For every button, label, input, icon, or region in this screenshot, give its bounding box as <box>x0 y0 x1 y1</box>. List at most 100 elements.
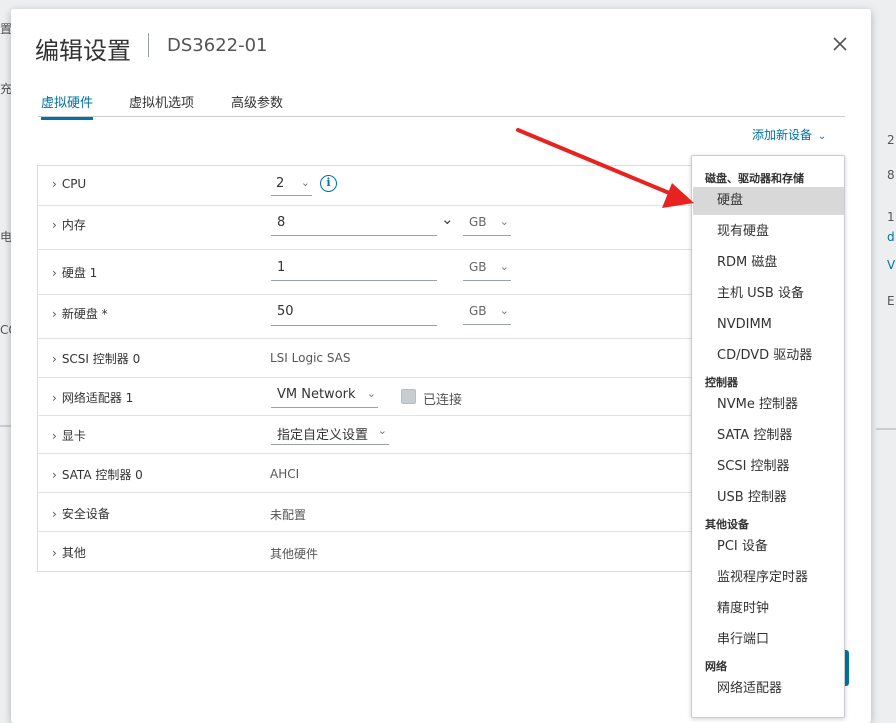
background-divider <box>0 425 11 427</box>
chevron-down-icon: ⌄ <box>499 304 509 317</box>
new-disk-label: 新硬盘 * <box>61 307 108 321</box>
expand-cpu[interactable]: › CPU <box>52 177 86 191</box>
menu-item-nvdimm[interactable]: NVDIMM <box>693 311 844 339</box>
disk1-size-input[interactable]: 1 <box>271 260 437 281</box>
scsi-label: SCSI 控制器 0 <box>61 352 141 366</box>
background-text: V <box>887 258 896 272</box>
tab-virtual-hardware[interactable]: 虚拟硬件 <box>41 92 94 120</box>
chevron-right-icon: › <box>52 266 57 280</box>
menu-item-host-usb[interactable]: 主机 USB 设备 <box>693 280 844 308</box>
video-label: 显卡 <box>61 429 86 443</box>
cpu-value: 2 <box>276 176 285 191</box>
menu-item-sata-controller[interactable]: SATA 控制器 <box>693 422 844 450</box>
expand-disk1[interactable]: › 硬盘 1 <box>52 264 97 281</box>
menu-header-controllers: 控制器 <box>705 376 738 389</box>
memory-value: 8 <box>277 215 286 230</box>
video-value: 指定自定义设置 <box>277 428 369 443</box>
expand-other[interactable]: › 其他 <box>52 544 86 561</box>
menu-item-network-adapter[interactable]: 网络适配器 <box>693 675 844 703</box>
disk1-value: 1 <box>277 260 286 275</box>
connected-label: 已连接 <box>423 393 463 408</box>
video-settings-select[interactable]: 指定自定义设置 ⌄ <box>271 424 389 445</box>
disk1-unit-select[interactable]: GB ⌄ <box>463 260 511 281</box>
background-text: 1 <box>887 210 895 224</box>
menu-item-rdm-disk[interactable]: RDM 磁盘 <box>693 249 844 277</box>
expand-scsi[interactable]: › SCSI 控制器 0 <box>52 350 140 367</box>
add-new-device-button[interactable]: 添加新设备 ⌄ <box>752 126 826 143</box>
background-text: 2 <box>887 133 895 147</box>
network-value: VM Network <box>277 387 356 402</box>
chevron-right-icon: › <box>52 429 57 443</box>
new-disk-unit-select[interactable]: GB ⌄ <box>463 304 511 325</box>
sata-label: SATA 控制器 0 <box>61 468 143 482</box>
chevron-down-icon: ⌄ <box>499 215 509 228</box>
network-select[interactable]: VM Network ⌄ <box>271 387 378 408</box>
chevron-down-icon: ⌄ <box>817 131 827 142</box>
chevron-down-icon[interactable]: ⌄ <box>441 210 454 228</box>
new-disk-value: 50 <box>277 304 294 319</box>
cpu-select[interactable]: 2 ⌄ <box>271 176 312 196</box>
chevron-right-icon: › <box>52 307 57 321</box>
hardware-row-scsi: › SCSI 控制器 0 LSI Logic SAS <box>38 339 716 378</box>
menu-item-hard-disk[interactable]: 硬盘 <box>693 187 844 215</box>
chevron-down-icon: ⌄ <box>366 387 376 400</box>
title-separator <box>148 33 149 57</box>
hardware-row-other: › 其他 其他硬件 <box>38 532 716 571</box>
security-value: 未配置 <box>270 508 307 522</box>
menu-item-cd-dvd[interactable]: CD/DVD 驱动器 <box>693 342 844 370</box>
menu-item-scsi-controller[interactable]: SCSI 控制器 <box>693 453 844 481</box>
chevron-right-icon: › <box>52 546 57 560</box>
new-disk-size-input[interactable]: 50 <box>271 304 437 326</box>
background-text: E <box>887 294 895 308</box>
expand-sata[interactable]: › SATA 控制器 0 <box>52 466 143 483</box>
hardware-row-memory: › 内存 8 ⌄ GB ⌄ <box>38 206 716 250</box>
menu-item-watchdog-timer[interactable]: 监视程序定时器 <box>693 564 844 592</box>
menu-item-usb-controller[interactable]: USB 控制器 <box>693 484 844 512</box>
chevron-right-icon: › <box>52 218 57 232</box>
new-disk-unit: GB <box>469 304 487 318</box>
expand-video-card[interactable]: › 显卡 <box>52 427 86 444</box>
hardware-row-new-disk: › 新硬盘 * 50 GB ⌄ <box>38 295 716 339</box>
info-icon[interactable]: i <box>320 175 337 192</box>
menu-header-storage: 磁盘、驱动器和存储 <box>705 172 804 185</box>
memory-input[interactable]: 8 <box>271 215 437 236</box>
expand-network-adapter[interactable]: › 网络适配器 1 <box>52 389 133 406</box>
background-text: 8 <box>887 168 895 182</box>
tab-advanced-params[interactable]: 高级参数 <box>231 92 283 117</box>
chevron-right-icon: › <box>52 507 57 521</box>
dialog-subtitle: DS3622-01 <box>167 35 268 56</box>
menu-item-pci-device[interactable]: PCI 设备 <box>693 533 844 561</box>
hardware-table: › CPU 2 ⌄ i › 内存 8 ⌄ GB ⌄ › 硬盘 1 1 GB ⌄ › 新硬盘 *… <box>37 165 717 572</box>
nic-label: 网络适配器 1 <box>61 391 134 405</box>
hardware-row-cpu: › CPU 2 ⌄ i <box>38 166 716 206</box>
disk1-unit: GB <box>469 260 487 274</box>
chevron-right-icon: › <box>52 391 57 405</box>
menu-item-existing-disk[interactable]: 现有硬盘 <box>693 218 844 246</box>
disk1-label: 硬盘 1 <box>61 266 98 280</box>
sata-value: AHCI <box>270 467 300 481</box>
other-value: 其他硬件 <box>270 547 319 561</box>
memory-label: 内存 <box>61 218 86 232</box>
background-divider <box>876 428 896 430</box>
memory-unit: GB <box>469 215 487 229</box>
menu-header-network: 网络 <box>705 660 727 673</box>
expand-new-disk[interactable]: › 新硬盘 * <box>52 305 108 322</box>
hardware-row-disk1: › 硬盘 1 1 GB ⌄ <box>38 250 716 295</box>
chevron-down-icon: ⌄ <box>377 424 387 437</box>
memory-unit-select[interactable]: GB ⌄ <box>463 215 511 236</box>
menu-item-serial-port[interactable]: 串行端口 <box>693 626 844 654</box>
menu-item-precision-clock[interactable]: 精度时钟 <box>693 595 844 623</box>
expand-memory[interactable]: › 内存 <box>52 216 86 233</box>
chevron-right-icon: › <box>52 468 57 482</box>
hardware-row-network-adapter: › 网络适配器 1 VM Network ⌄ 已连接 <box>38 378 716 416</box>
other-label: 其他 <box>61 546 86 560</box>
close-icon[interactable] <box>831 35 849 53</box>
menu-item-nvme-controller[interactable]: NVMe 控制器 <box>693 391 844 419</box>
menu-header-other-devices: 其他设备 <box>705 518 749 531</box>
connected-checkbox[interactable] <box>401 389 416 404</box>
dialog-title: 编辑设置 <box>35 37 131 65</box>
expand-security[interactable]: › 安全设备 <box>52 505 110 522</box>
cpu-label: CPU <box>61 177 87 191</box>
tab-vm-options[interactable]: 虚拟机选项 <box>129 92 194 117</box>
tab-bar: 虚拟硬件 虚拟机选项 高级参数 <box>38 89 845 120</box>
